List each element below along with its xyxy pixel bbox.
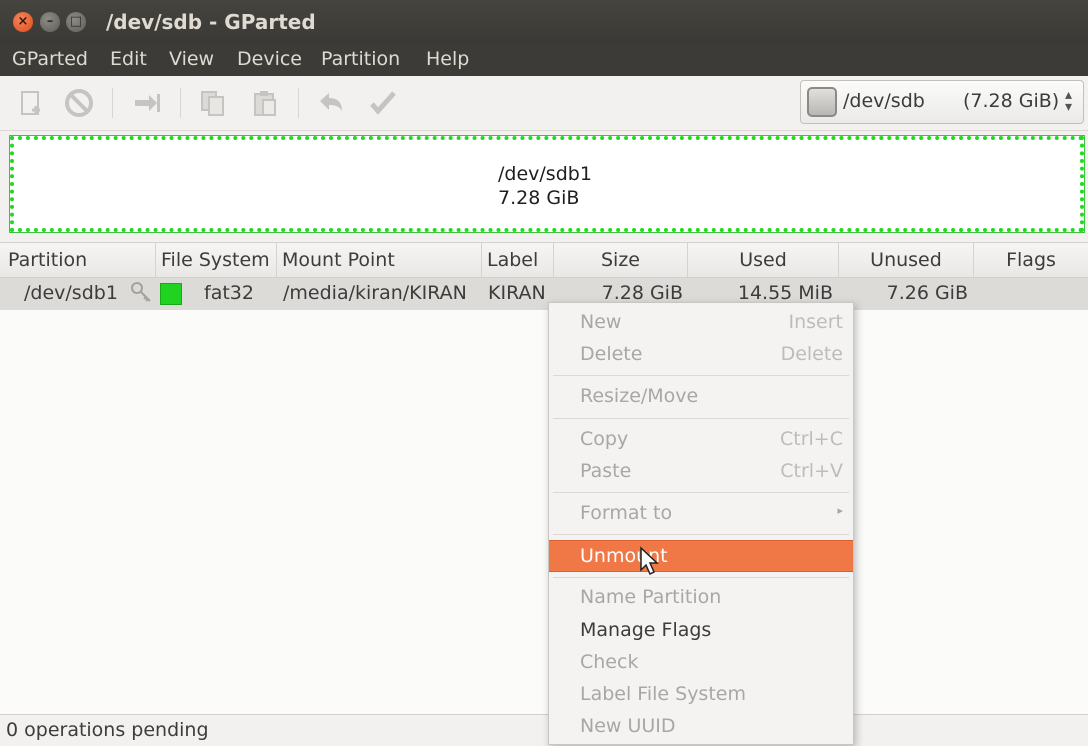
menu-device[interactable]: Device — [237, 48, 302, 70]
menu-edit[interactable]: Edit — [110, 48, 147, 70]
column-used[interactable]: Used — [688, 243, 839, 277]
context-menu: New Insert Delete Delete Resize/Move Cop… — [548, 302, 854, 745]
menu-item-name-partition[interactable]: Name Partition — [549, 583, 853, 611]
menu-item-check[interactable]: Check — [549, 648, 853, 676]
menu-item-format-to[interactable]: Format to ▸ — [549, 499, 853, 527]
menu-gparted[interactable]: GParted — [12, 48, 88, 70]
menu-item-label: New — [580, 311, 622, 333]
menu-item-label: New UUID — [580, 715, 676, 737]
apply-icon[interactable] — [368, 88, 398, 118]
device-selector[interactable]: /dev/sdb (7.28 GiB) ▴ ▾ — [800, 80, 1084, 124]
menu-item-label: Resize/Move — [580, 385, 699, 407]
column-flags[interactable]: Flags — [974, 243, 1088, 277]
mouse-pointer-icon — [640, 546, 659, 576]
disk-map-partition[interactable]: /dev/sdb1 7.28 GiB — [9, 135, 1085, 233]
status-bar: 0 operations pending — [0, 714, 1088, 746]
menu-item-unmount[interactable]: Unmount — [549, 540, 853, 572]
delete-icon[interactable] — [64, 88, 94, 118]
menu-separator — [553, 492, 849, 493]
resize-icon[interactable] — [132, 88, 162, 118]
cell-partition: /dev/sdb1 — [24, 282, 118, 304]
cell-label: KIRAN — [488, 282, 546, 304]
menu-item-label: Format to — [580, 502, 673, 524]
menu-help[interactable]: Help — [426, 48, 469, 70]
menu-item-label: Copy — [580, 428, 629, 450]
undo-icon[interactable] — [316, 88, 346, 118]
key-icon — [130, 281, 152, 308]
column-label[interactable]: Label — [482, 243, 554, 277]
menu-item-paste[interactable]: Paste Ctrl+V — [549, 457, 853, 485]
close-icon[interactable]: × — [13, 12, 33, 32]
menu-item-label: Manage Flags — [580, 619, 712, 641]
menu-item-accel: Delete — [780, 343, 843, 365]
copy-icon[interactable] — [198, 88, 228, 118]
menu-item-label: Check — [580, 651, 639, 673]
menu-item-resize-move[interactable]: Resize/Move — [549, 382, 853, 410]
toolbar-separator — [180, 88, 181, 118]
column-file-system[interactable]: File System — [156, 243, 277, 277]
menu-bar: GParted Edit View Device Partition Help — [0, 44, 1088, 76]
column-partition[interactable]: Partition — [0, 243, 156, 277]
menu-item-manage-flags[interactable]: Manage Flags — [549, 616, 853, 644]
menu-item-copy[interactable]: Copy Ctrl+C — [549, 425, 853, 453]
cell-size: 7.28 GiB — [601, 282, 683, 304]
title-bar: × – □ /dev/sdb - GParted — [0, 0, 1088, 44]
menu-item-label: Paste — [580, 460, 632, 482]
combo-arrows-icon: ▴ ▾ — [1065, 87, 1073, 115]
menu-item-label: Label File System — [580, 683, 746, 705]
window-title: /dev/sdb - GParted — [106, 10, 316, 34]
cell-used: 14.55 MiB — [737, 282, 833, 304]
file-system-color-swatch — [160, 283, 182, 305]
menu-separator — [553, 534, 849, 535]
menu-item-label-file-system[interactable]: Label File System — [549, 680, 853, 708]
menu-item-accel: Ctrl+C — [780, 428, 843, 450]
device-name: /dev/sdb — [843, 90, 925, 112]
device-size: (7.28 GiB) — [963, 90, 1060, 112]
cell-unused: 7.26 GiB — [886, 282, 968, 304]
cell-mount-point: /media/kiran/KIRAN — [283, 282, 467, 304]
menu-item-new[interactable]: New Insert — [549, 308, 853, 336]
cell-file-system: fat32 — [204, 282, 254, 304]
menu-partition[interactable]: Partition — [321, 48, 400, 70]
column-unused[interactable]: Unused — [839, 243, 974, 277]
maximize-icon[interactable]: □ — [66, 12, 86, 32]
table-row[interactable]: /dev/sdb1 fat32 /media/kiran/KIRAN KIRAN… — [0, 278, 1088, 310]
table-header: Partition File System Mount Point Label … — [0, 243, 1088, 278]
disk-map-partition-size: 7.28 GiB — [498, 187, 580, 209]
menu-item-label: Name Partition — [580, 586, 722, 608]
menu-view[interactable]: View — [169, 48, 214, 70]
column-mount-point[interactable]: Mount Point — [277, 243, 482, 277]
menu-item-new-uuid[interactable]: New UUID — [549, 712, 853, 740]
minimize-icon[interactable]: – — [40, 12, 60, 32]
toolbar-separator — [298, 88, 299, 118]
column-size[interactable]: Size — [554, 243, 688, 277]
menu-separator — [553, 418, 849, 419]
menu-separator — [553, 375, 849, 376]
toolbar-separator — [112, 88, 113, 118]
menu-item-delete[interactable]: Delete Delete — [549, 340, 853, 368]
menu-separator — [553, 577, 849, 578]
hard-disk-icon — [807, 87, 837, 117]
disk-map-partition-name: /dev/sdb1 — [498, 163, 592, 185]
status-text: 0 operations pending — [6, 719, 209, 741]
partition-table: Partition File System Mount Point Label … — [0, 242, 1088, 715]
submenu-arrow-icon: ▸ — [837, 504, 843, 517]
new-icon[interactable] — [16, 88, 46, 118]
menu-item-accel: Ctrl+V — [780, 460, 843, 482]
menu-item-label: Delete — [580, 343, 643, 365]
menu-item-accel: Insert — [788, 311, 844, 333]
paste-icon[interactable] — [250, 88, 280, 118]
